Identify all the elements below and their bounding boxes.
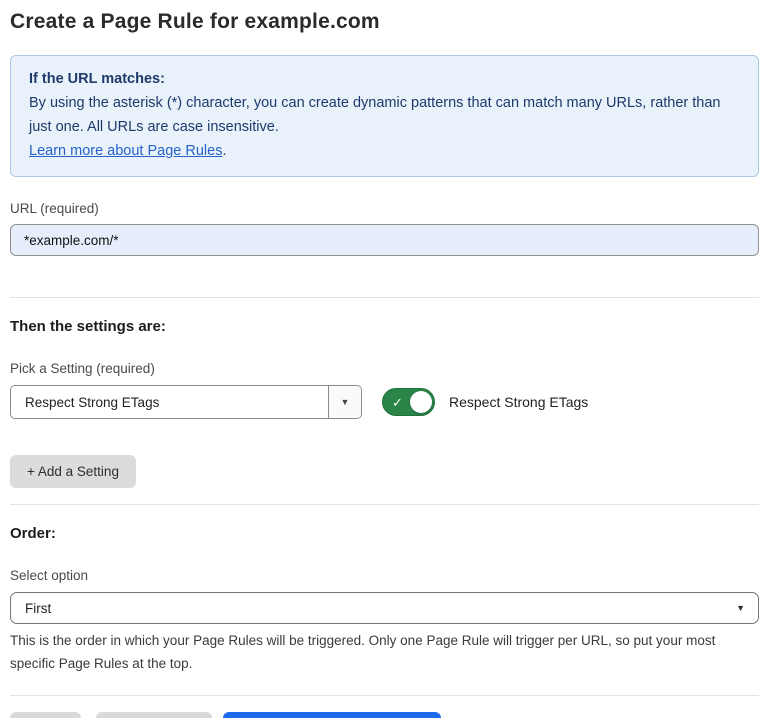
link-suffix: . — [222, 143, 226, 159]
check-icon: ✓ — [392, 394, 403, 411]
url-matches-info-box: If the URL matches: By using the asteris… — [10, 55, 759, 177]
divider-url-settings — [10, 297, 759, 298]
setting-row: Respect Strong ETags ▼ ✓ Respect Strong … — [10, 385, 759, 419]
info-box-link-line: Learn more about Page Rules. — [29, 139, 740, 163]
chevron-down-icon[interactable]: ▼ — [328, 386, 361, 418]
info-box-heading: If the URL matches: — [29, 67, 740, 91]
setting-select-value: Respect Strong ETags — [11, 395, 328, 410]
divider-settings-order — [10, 504, 759, 505]
order-select-label: Select option — [10, 567, 759, 585]
url-input[interactable] — [10, 224, 759, 256]
toggle-knob — [410, 391, 432, 413]
toggle-label: Respect Strong ETags — [449, 394, 588, 410]
save-as-draft-button[interactable]: Save as Draft — [96, 712, 212, 718]
order-select[interactable]: First ▼ — [10, 592, 759, 624]
add-setting-button[interactable]: + Add a Setting — [10, 455, 136, 488]
url-field-label: URL (required) — [10, 200, 759, 218]
page-title: Create a Page Rule for example.com — [10, 8, 759, 36]
save-and-deploy-button[interactable]: Save and Deploy Page Rule — [223, 712, 441, 718]
footer-actions: Cancel Save as Draft Save and Deploy Pag… — [10, 712, 759, 718]
divider-order-footer — [10, 695, 759, 696]
order-help-text: This is the order in which your Page Rul… — [10, 629, 759, 675]
cancel-button[interactable]: Cancel — [10, 712, 81, 718]
learn-more-link[interactable]: Learn more about Page Rules — [29, 143, 222, 159]
chevron-down-icon: ▼ — [736, 603, 758, 613]
setting-select[interactable]: Respect Strong ETags ▼ — [10, 385, 362, 419]
order-select-value: First — [11, 601, 736, 616]
settings-section-heading: Then the settings are: — [10, 317, 759, 337]
etags-toggle[interactable]: ✓ — [382, 388, 435, 416]
pick-setting-label: Pick a Setting (required) — [10, 360, 759, 378]
info-box-body: By using the asterisk (*) character, you… — [29, 91, 740, 139]
order-section-heading: Order: — [10, 524, 759, 544]
page-rule-form: Create a Page Rule for example.com If th… — [0, 8, 769, 718]
